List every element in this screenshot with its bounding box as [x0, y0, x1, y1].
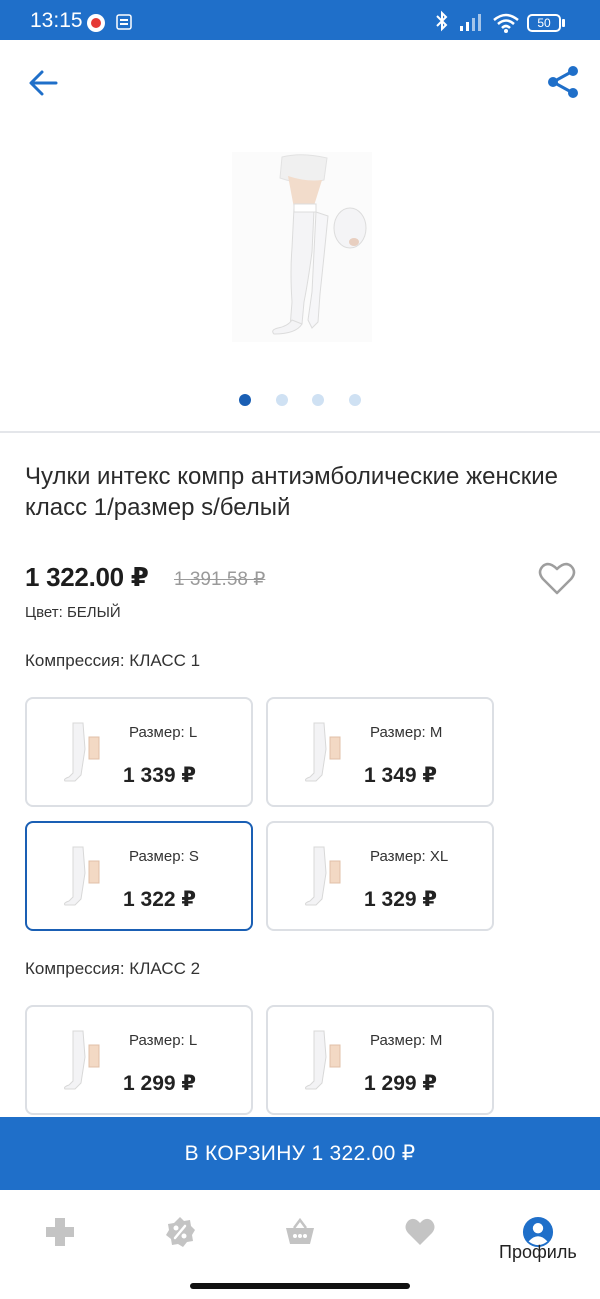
variant-thumbnail	[64, 1030, 100, 1090]
variant-thumbnail	[305, 846, 341, 906]
signal-icon	[460, 14, 481, 31]
product-image	[232, 152, 372, 342]
variant-price: 1 339 ₽	[123, 764, 196, 787]
tab-profile-label: Профиль	[499, 1242, 577, 1262]
tab-favorites[interactable]	[360, 1190, 480, 1280]
battery-level: 50	[527, 14, 561, 32]
bluetooth-icon	[436, 10, 448, 32]
wifi-icon	[493, 13, 519, 33]
status-time: 13:15	[30, 9, 83, 32]
variant-size: Размер: S	[129, 848, 199, 865]
variant-thumbnail	[305, 722, 341, 782]
variant-thumbnail	[64, 846, 100, 906]
variant-price: 1 299 ₽	[123, 1072, 196, 1095]
gallery-dot-2[interactable]	[276, 394, 288, 406]
gallery-dot-1[interactable]	[239, 394, 251, 406]
tab-discounts[interactable]	[120, 1190, 240, 1280]
product-title: Чулки интекс компр антиэмболические женс…	[25, 463, 558, 521]
gallery-dot-3[interactable]	[312, 394, 324, 406]
detmir-app-icon	[116, 14, 132, 30]
variant-size: Размер: M	[370, 724, 443, 741]
compression-group-label: Компрессия: КЛАСС 2	[25, 959, 201, 978]
variant-card[interactable]: Размер: L 1 339 ₽	[25, 697, 253, 807]
gallery-pagination	[0, 394, 600, 408]
arrow-left-icon[interactable]	[26, 66, 60, 100]
variant-card[interactable]: Размер: L 1 299 ₽	[25, 1005, 253, 1115]
variant-size: Размер: XL	[370, 848, 449, 865]
battery-indicator: 50	[527, 14, 567, 34]
product-old-price: 1 391.58 ₽	[174, 569, 266, 590]
variant-thumbnail	[64, 722, 100, 782]
discount-badge-icon	[166, 1217, 195, 1247]
yandex-app-icon	[87, 14, 105, 32]
variant-price: 1 322 ₽	[123, 888, 196, 911]
gallery-dot-4[interactable]	[349, 394, 361, 406]
pharmacy-cross-icon	[46, 1218, 74, 1246]
product-price: 1 322.00 ₽	[25, 562, 149, 592]
variant-card[interactable]: Размер: XL 1 329 ₽	[266, 821, 494, 931]
variant-price: 1 329 ₽	[364, 888, 437, 911]
share-icon[interactable]	[545, 64, 581, 100]
variant-card-selected[interactable]: Размер: S 1 322 ₽	[25, 821, 253, 931]
product-color: Цвет: БЕЛЫЙ	[25, 604, 121, 621]
tab-basket[interactable]	[240, 1190, 360, 1280]
tab-catalog[interactable]	[0, 1190, 120, 1280]
variant-price: 1 349 ₽	[364, 764, 437, 787]
add-to-cart-button[interactable]: В КОРЗИНУ 1 322.00 ₽	[0, 1117, 600, 1190]
section-divider	[0, 431, 600, 433]
variant-size: Размер: M	[370, 1032, 443, 1049]
home-indicator	[190, 1283, 410, 1289]
tab-profile[interactable]: Профиль	[480, 1190, 600, 1280]
variant-size: Размер: L	[129, 1032, 198, 1049]
app-header	[0, 40, 600, 126]
status-bar: 13:15 50	[0, 0, 600, 40]
variant-card[interactable]: Размер: M 1 299 ₽	[266, 1005, 494, 1115]
variant-size: Размер: L	[129, 724, 198, 741]
basket-icon	[286, 1217, 314, 1244]
heart-icon	[405, 1218, 435, 1245]
variant-card[interactable]: Размер: M 1 349 ₽	[266, 697, 494, 807]
variant-thumbnail	[305, 1030, 341, 1090]
compression-group-label: Компрессия: КЛАСС 1	[25, 651, 201, 670]
heart-outline-icon[interactable]	[538, 562, 576, 596]
variant-price: 1 299 ₽	[364, 1072, 437, 1095]
product-gallery[interactable]	[0, 140, 600, 360]
